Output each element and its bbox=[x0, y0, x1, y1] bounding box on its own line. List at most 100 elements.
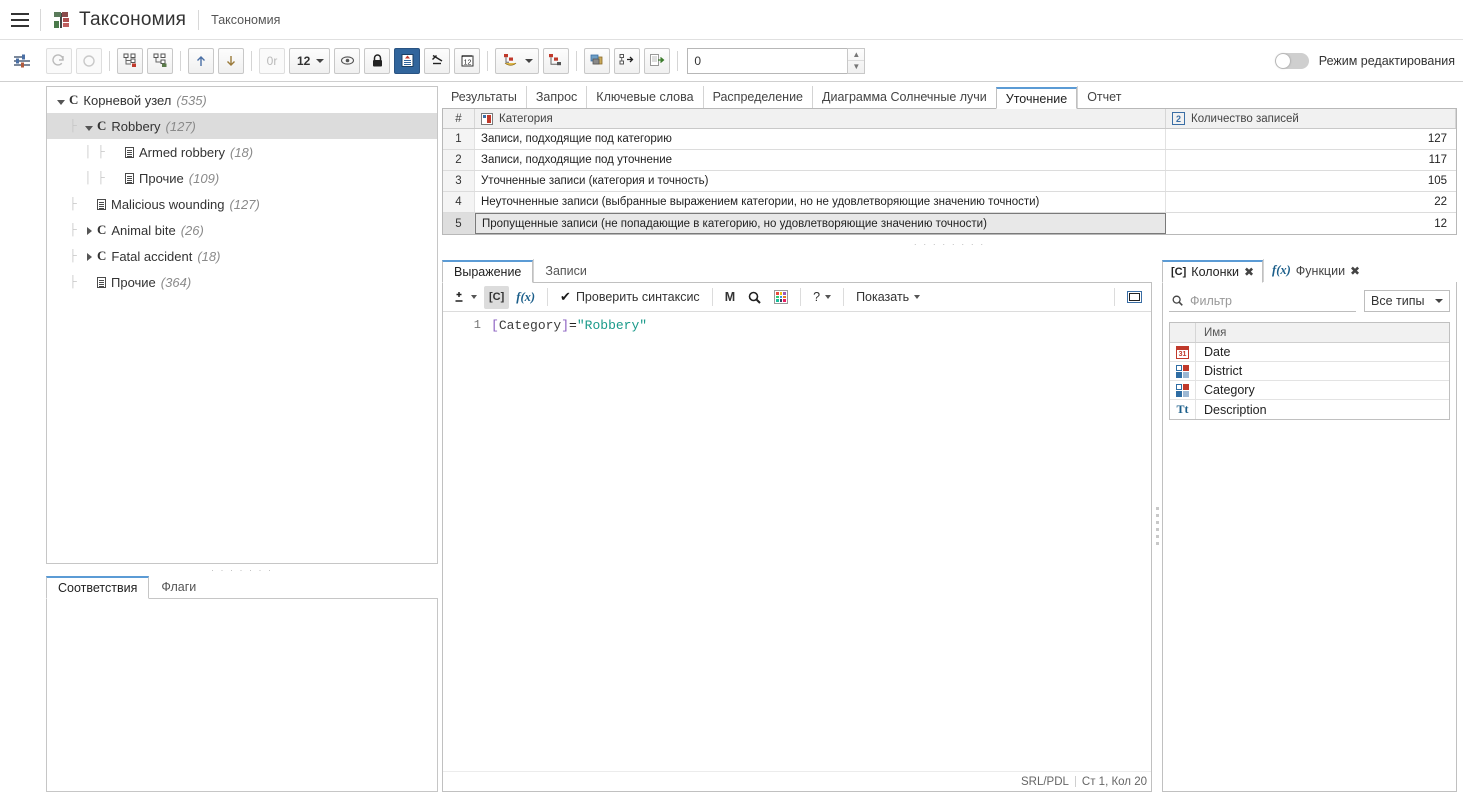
color-palette-button[interactable] bbox=[769, 286, 793, 309]
insert-column-button[interactable]: [C] bbox=[484, 285, 510, 309]
lock-button[interactable] bbox=[364, 47, 391, 74]
node-arrange-button[interactable] bbox=[543, 47, 570, 74]
tree-node-row[interactable]: ├ C Animal bite (26) bbox=[47, 217, 437, 243]
records-button[interactable] bbox=[394, 47, 421, 74]
record-icon bbox=[125, 172, 134, 184]
or-button[interactable]: 0r bbox=[259, 47, 285, 74]
table-row[interactable]: 2 Записи, подходящие под уточнение 117 bbox=[443, 150, 1456, 171]
results-tab[interactable]: Распределение bbox=[702, 86, 812, 108]
table-row[interactable]: 3 Уточненные записи (категория и точность… bbox=[443, 171, 1456, 192]
hamburger-menu-icon[interactable] bbox=[0, 0, 40, 40]
show-button[interactable]: Показать bbox=[851, 286, 925, 309]
table-row[interactable]: 1 Записи, подходящие под категорию 127 bbox=[443, 129, 1456, 150]
column-list-item[interactable]: Category bbox=[1170, 381, 1449, 400]
table-row[interactable]: 5 Пропущенные записи (не попадающие в кат… bbox=[443, 213, 1456, 234]
tree-node-row[interactable]: C Корневой узел (535) bbox=[47, 87, 437, 113]
threshold-stepper[interactable]: ▲ ▼ bbox=[847, 47, 866, 74]
insert-function-button[interactable]: f(x) bbox=[511, 286, 540, 309]
column-name: Description bbox=[1204, 402, 1267, 417]
expression-toolbar: [C] f(x) ✔ Проверить синтаксис M ? Показ… bbox=[443, 283, 1151, 312]
side-tab[interactable]: [C] Колонки ✖ bbox=[1162, 260, 1264, 283]
results-tab[interactable]: Уточнение bbox=[995, 87, 1078, 109]
column-header-number[interactable]: # bbox=[443, 109, 475, 128]
search-icon bbox=[1172, 295, 1183, 306]
column-list-item[interactable]: 31 Date bbox=[1170, 343, 1449, 362]
filter-input[interactable] bbox=[1190, 293, 1354, 308]
help-button[interactable]: ? bbox=[808, 286, 836, 309]
node-tools-button[interactable] bbox=[495, 47, 540, 74]
tree-node-row[interactable]: │ ├ Armed robbery (18) bbox=[47, 139, 437, 165]
redo-button[interactable] bbox=[46, 47, 72, 74]
tree-expander-collapse[interactable] bbox=[81, 119, 97, 134]
table-row[interactable]: 4 Неуточненные записи (выбранные выражени… bbox=[443, 192, 1456, 213]
tab-matches[interactable]: Соответствия bbox=[46, 576, 150, 599]
add-node-button[interactable] bbox=[117, 47, 143, 74]
column-header-category[interactable]: Категория bbox=[475, 109, 1166, 128]
results-tab[interactable]: Результаты bbox=[442, 86, 526, 108]
right-horizontal-splitter[interactable]: · · · · · · · · bbox=[442, 235, 1457, 253]
tree-node-row[interactable]: │ ├ Прочие (109) bbox=[47, 165, 437, 191]
stepper-up-icon[interactable]: ▲ bbox=[848, 49, 865, 61]
category-icon bbox=[1176, 364, 1189, 378]
add-sibling-node-button[interactable] bbox=[147, 47, 173, 74]
columns-name-header[interactable]: Имя bbox=[1196, 323, 1449, 342]
threshold-input[interactable]: 0 bbox=[687, 47, 848, 74]
tree-expander-expand[interactable] bbox=[81, 249, 97, 264]
layers-button[interactable] bbox=[584, 47, 611, 74]
left-column: C Корневой узел (535) ├ C Robbery (127) │ ├ Armed… bbox=[0, 82, 438, 792]
row-category: Записи, подходящие под уточнение bbox=[475, 150, 1166, 170]
tree-node-row[interactable]: ├ C Fatal accident (18) bbox=[47, 243, 437, 269]
side-tabbar: [C] Колонки ✖ f(x) Функции ✖ bbox=[1162, 259, 1457, 283]
calendar-12-button[interactable]: 12 bbox=[454, 47, 481, 74]
results-tab[interactable]: Запрос bbox=[525, 86, 586, 108]
column-header-count[interactable]: 2 Количество записей bbox=[1166, 109, 1456, 128]
expression-tab[interactable]: Выражение bbox=[442, 260, 534, 283]
toggle-panel-button[interactable] bbox=[1122, 286, 1147, 309]
undo-button[interactable] bbox=[76, 47, 102, 74]
left-horizontal-splitter[interactable]: · · · · · · · bbox=[46, 564, 438, 576]
sliders-icon[interactable] bbox=[6, 45, 38, 77]
expression-code[interactable]: [Category]="Robbery" bbox=[487, 312, 1151, 771]
filter-box[interactable] bbox=[1169, 290, 1356, 312]
close-icon[interactable]: ✖ bbox=[1244, 265, 1254, 279]
precision-select[interactable]: 12 bbox=[289, 47, 331, 74]
results-tab[interactable]: Отчет bbox=[1077, 86, 1130, 108]
expression-tab[interactable]: Записи bbox=[533, 259, 598, 282]
search-button[interactable] bbox=[742, 286, 767, 309]
results-tab[interactable]: Диаграмма Солнечные лучи bbox=[812, 86, 996, 108]
vertical-splitter[interactable] bbox=[1152, 259, 1162, 792]
plus-minus-button[interactable] bbox=[447, 286, 482, 309]
tree-node-count: (535) bbox=[176, 92, 207, 108]
tree-node-row[interactable]: ├ Прочие (364) bbox=[47, 269, 437, 295]
move-up-button[interactable] bbox=[188, 47, 214, 74]
stepper-down-icon[interactable]: ▼ bbox=[848, 61, 864, 73]
tab-flags[interactable]: Флаги bbox=[149, 575, 208, 598]
tree-node-row[interactable]: ├ C Robbery (127) bbox=[47, 113, 437, 139]
tree-expander-collapse[interactable] bbox=[53, 93, 69, 108]
tree-expander-expand[interactable] bbox=[81, 223, 97, 238]
close-icon[interactable]: ✖ bbox=[1350, 264, 1360, 278]
category-icon: C bbox=[97, 248, 107, 263]
check-syntax-button[interactable]: ✔ Проверить синтаксис bbox=[555, 286, 705, 309]
expression-editor[interactable]: 1 [Category]="Robbery" bbox=[443, 312, 1151, 771]
expression-area: Выражение Записи [C] f(x) ✔ Проверить син… bbox=[442, 259, 1457, 792]
report-export-button[interactable] bbox=[644, 47, 671, 74]
node-export-button[interactable] bbox=[614, 47, 641, 74]
column-header-count-label: Количество записей bbox=[1191, 112, 1299, 125]
chevron-down-icon bbox=[525, 58, 534, 63]
tree-node-row[interactable]: ├ Malicious wounding (127) bbox=[47, 191, 437, 217]
ratio-button[interactable] bbox=[424, 47, 451, 74]
move-down-button[interactable] bbox=[218, 47, 244, 74]
results-tab[interactable]: Ключевые слова bbox=[586, 86, 702, 108]
edit-mode-toggle[interactable] bbox=[1274, 52, 1309, 69]
column-list-item[interactable]: Tt Description bbox=[1170, 400, 1449, 419]
macro-button[interactable]: M bbox=[720, 286, 740, 309]
type-filter-select[interactable]: Все типы bbox=[1364, 290, 1450, 312]
column-list-item[interactable]: District bbox=[1170, 362, 1449, 381]
side-tab[interactable]: f(x) Функции ✖ bbox=[1263, 259, 1368, 282]
tree-node-count: (127) bbox=[229, 196, 260, 212]
preview-button[interactable] bbox=[334, 47, 361, 74]
category-icon: C bbox=[97, 222, 107, 237]
edit-mode-control[interactable]: Режим редактирования bbox=[1274, 52, 1455, 69]
row-category: Уточненные записи (категория и точность) bbox=[475, 171, 1166, 191]
